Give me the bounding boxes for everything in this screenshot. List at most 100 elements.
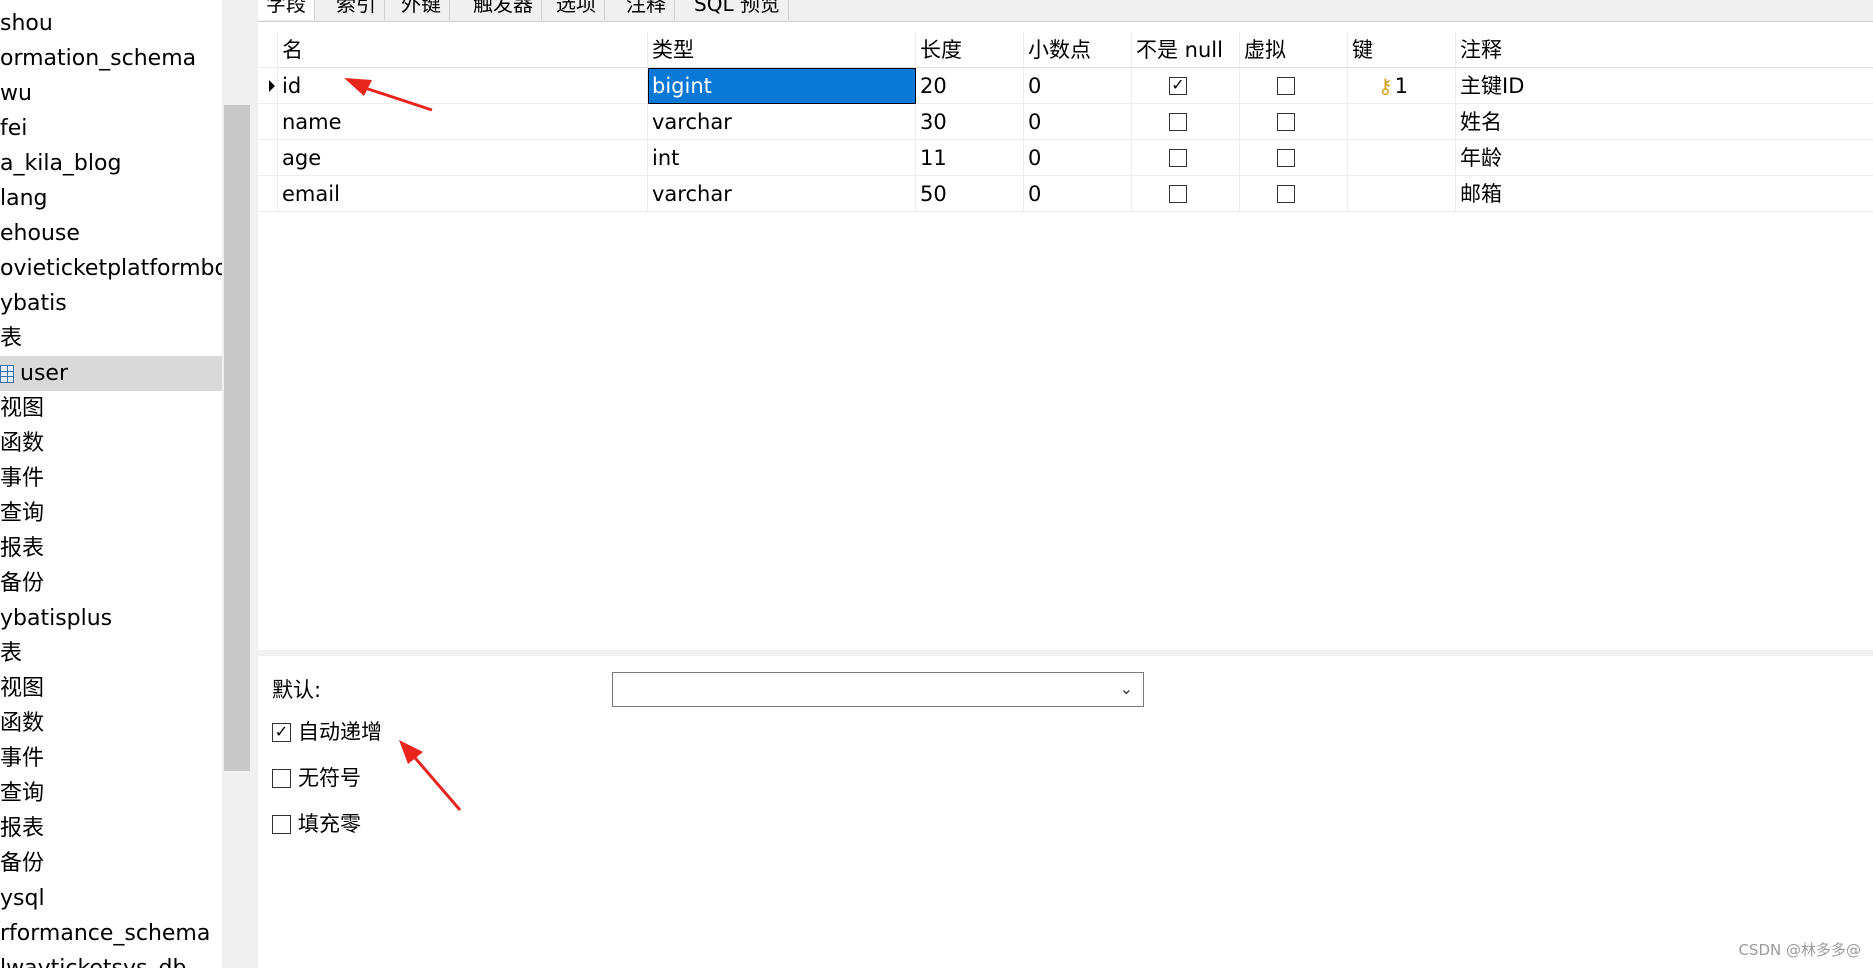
cell-type[interactable]: bigint	[648, 68, 916, 104]
row-indicator-cell[interactable]	[258, 104, 278, 140]
not-null-checkbox[interactable]: ✓	[1169, 77, 1187, 95]
column-header-not-null[interactable]: 不是 null	[1132, 32, 1240, 68]
sidebar-tree-item[interactable]: 备份	[0, 846, 222, 881]
cell-comment[interactable]: 年龄	[1456, 140, 1873, 176]
cell-decimals[interactable]: 0	[1024, 68, 1132, 104]
cell-not-null	[1132, 140, 1240, 176]
sidebar-tree-item[interactable]: 备份	[0, 566, 222, 601]
sidebar-tree-item[interactable]: user	[0, 356, 222, 391]
option-checkbox[interactable]	[272, 769, 291, 788]
header-indicator-cell	[258, 32, 278, 68]
cell-key[interactable]	[1348, 140, 1456, 176]
tab-3[interactable]: 触发器	[465, 0, 542, 20]
sidebar-scrollbar[interactable]	[222, 0, 252, 968]
sidebar-tree-item[interactable]: rformance_schema	[0, 916, 222, 951]
column-header-decimals[interactable]: 小数点	[1024, 32, 1132, 68]
sidebar-tree-item[interactable]: lang	[0, 181, 222, 216]
cell-key[interactable]: ⚷1	[1348, 68, 1456, 104]
sidebar-tree-item[interactable]: ybatis	[0, 286, 222, 321]
tab-0[interactable]: 字段	[258, 0, 315, 20]
cell-comment[interactable]: 邮箱	[1456, 176, 1873, 212]
sidebar-tree-item[interactable]: 查询	[0, 776, 222, 811]
cell-key[interactable]	[1348, 176, 1456, 212]
key-order: 1	[1394, 74, 1409, 98]
tab-2[interactable]: 外键	[393, 0, 450, 20]
sidebar-tree-item[interactable]: 查询	[0, 496, 222, 531]
table-row[interactable]: age int 11 0 年龄	[258, 140, 1873, 176]
sidebar-tree-item[interactable]: ybatisplus	[0, 601, 222, 636]
column-header-comment[interactable]: 注释	[1456, 32, 1873, 68]
cell-decimals[interactable]: 0	[1024, 140, 1132, 176]
not-null-checkbox[interactable]	[1169, 185, 1187, 203]
column-header-type[interactable]: 类型	[648, 32, 916, 68]
sidebar-tree-item[interactable]: 函数	[0, 426, 222, 461]
sidebar-tree-item[interactable]: 事件	[0, 461, 222, 496]
not-null-checkbox[interactable]	[1169, 113, 1187, 131]
cell-key[interactable]	[1348, 104, 1456, 140]
cell-name[interactable]: email	[278, 176, 648, 212]
tab-1[interactable]: 索引	[328, 0, 385, 20]
virtual-checkbox[interactable]	[1277, 185, 1295, 203]
sidebar-tree-item[interactable]: 报表	[0, 811, 222, 846]
cell-comment[interactable]: 主键ID	[1456, 68, 1873, 104]
sidebar-tree-item[interactable]: lwayticketsys_db	[0, 951, 222, 968]
cell-type[interactable]: varchar	[648, 104, 916, 140]
cell-type[interactable]: int	[648, 140, 916, 176]
cell-length[interactable]: 20	[916, 68, 1024, 104]
row-indicator-cell[interactable]	[258, 68, 278, 104]
sidebar-tree-item[interactable]: ehouse	[0, 216, 222, 251]
sidebar-tree-item[interactable]: shou	[0, 6, 222, 41]
cell-length[interactable]: 50	[916, 176, 1024, 212]
cell-not-null: ✓	[1132, 68, 1240, 104]
sidebar-tree-item-label: ormation_schema	[0, 46, 197, 71]
cell-type[interactable]: varchar	[648, 176, 916, 212]
cell-name[interactable]: id	[278, 68, 648, 104]
column-header-length[interactable]: 长度	[916, 32, 1024, 68]
option-checkbox[interactable]: ✓	[272, 723, 291, 742]
virtual-checkbox[interactable]	[1277, 113, 1295, 131]
sidebar-tree-item[interactable]: 视图	[0, 391, 222, 426]
virtual-checkbox[interactable]	[1277, 149, 1295, 167]
sidebar-tree-item[interactable]: a_kila_blog	[0, 146, 222, 181]
sidebar-tree-item[interactable]: 视图	[0, 671, 222, 706]
sidebar-tree-item[interactable]: fei	[0, 111, 222, 146]
cell-comment[interactable]: 姓名	[1456, 104, 1873, 140]
default-value-dropdown[interactable]: ⌄	[612, 672, 1144, 707]
sidebar-tree-item-label: lang	[0, 186, 48, 211]
table-row[interactable]: id bigint 20 0 ✓ ⚷1 主键ID	[258, 68, 1873, 104]
not-null-checkbox[interactable]	[1169, 149, 1187, 167]
tab-6[interactable]: SQL 预览	[686, 0, 789, 20]
cell-length[interactable]: 11	[916, 140, 1024, 176]
sidebar-tree-item[interactable]: 表	[0, 321, 222, 356]
sidebar-tree-item[interactable]: ovieticketplatformboot	[0, 251, 222, 286]
virtual-checkbox[interactable]	[1277, 77, 1295, 95]
sidebar-tree-item[interactable]: wu	[0, 76, 222, 111]
cell-length[interactable]: 30	[916, 104, 1024, 140]
column-header-key[interactable]: 键	[1348, 32, 1456, 68]
cell-decimals[interactable]: 0	[1024, 104, 1132, 140]
column-header-virtual[interactable]: 虚拟	[1240, 32, 1348, 68]
sidebar-tree-item[interactable]: 函数	[0, 706, 222, 741]
cell-decimals[interactable]: 0	[1024, 176, 1132, 212]
sidebar-tree-item[interactable]: ysql	[0, 881, 222, 916]
sidebar-tree-item-label: 函数	[0, 711, 45, 736]
table-icon	[0, 365, 14, 383]
option-label: 无符号	[298, 766, 361, 790]
sidebar-tree-item[interactable]: 表	[0, 636, 222, 671]
column-header-name[interactable]: 名	[278, 32, 648, 68]
tab-5[interactable]: 注释	[618, 0, 675, 20]
table-row[interactable]: name varchar 30 0 姓名	[258, 104, 1873, 140]
row-indicator-cell[interactable]	[258, 176, 278, 212]
row-indicator-cell[interactable]	[258, 140, 278, 176]
cell-virtual	[1240, 140, 1348, 176]
table-row[interactable]: email varchar 50 0 邮箱	[258, 176, 1873, 212]
sidebar-tree-item[interactable]: 事件	[0, 741, 222, 776]
sidebar-tree-item[interactable]: ormation_schema	[0, 41, 222, 76]
sidebar-scrollbar-thumb[interactable]	[224, 105, 250, 771]
tab-4[interactable]: 选项	[548, 0, 605, 20]
sidebar-tree-item-label: 查询	[0, 501, 45, 526]
option-checkbox[interactable]	[272, 815, 291, 834]
cell-name[interactable]: age	[278, 140, 648, 176]
sidebar-tree-item[interactable]: 报表	[0, 531, 222, 566]
cell-name[interactable]: name	[278, 104, 648, 140]
